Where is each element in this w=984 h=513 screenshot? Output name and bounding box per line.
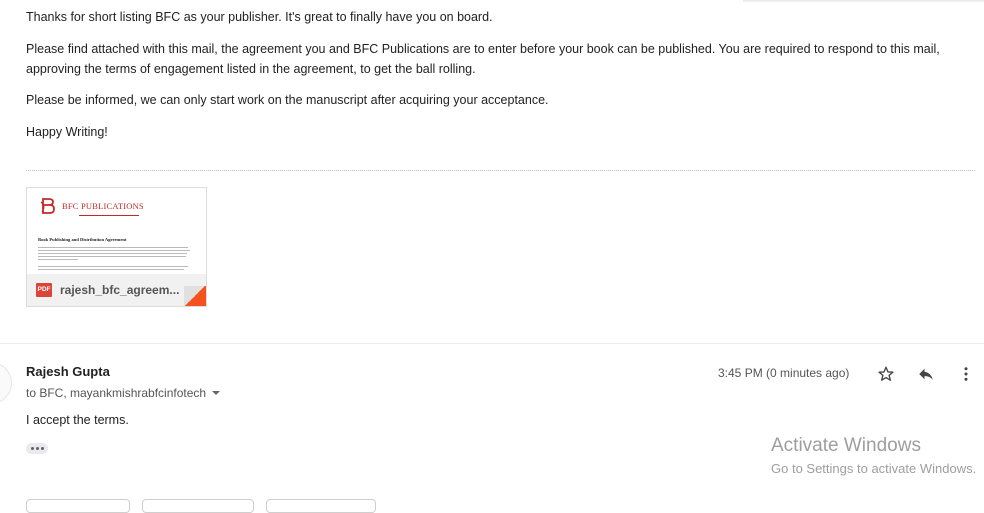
preview-brand-rule: [79, 215, 139, 216]
activate-windows-subtitle: Go to Settings to activate Windows.: [771, 461, 977, 476]
more-options-button[interactable]: [954, 362, 978, 386]
attachment-preview: BFC PUBLICATIONS Book Publishing and Dis…: [27, 188, 206, 274]
page-curl-corner: [184, 286, 206, 306]
reply-button[interactable]: [914, 362, 938, 386]
message-paragraph: Thanks for short listing BFC as your pub…: [26, 10, 493, 24]
avatar[interactable]: [0, 362, 12, 404]
message-timestamp: 3:45 PM (0 minutes ago): [718, 366, 850, 380]
reply-action-button[interactable]: [26, 499, 130, 513]
message-body: I accept the terms.: [26, 413, 129, 427]
forward-action-button[interactable]: [266, 499, 376, 513]
bfc-logo-icon: [40, 198, 55, 214]
recipients-toggle[interactable]: to BFC, mayankmishrabfcinfotech: [26, 386, 221, 400]
message-paragraph: Happy Writing!: [26, 125, 108, 139]
preview-text-line: [38, 259, 78, 260]
attachment-card[interactable]: BFC PUBLICATIONS Book Publishing and Dis…: [26, 187, 207, 307]
preview-text-line: [38, 247, 188, 248]
preview-text-line: [38, 269, 184, 270]
preview-doc-title: Book Publishing and Distribution Agreeme…: [38, 237, 127, 242]
pdf-icon: PDF: [36, 283, 52, 297]
star-icon: [878, 366, 894, 381]
preview-text-line: [38, 250, 190, 251]
message-paragraph: Please find attached with this mail, the…: [26, 42, 940, 76]
reply-icon: [919, 368, 933, 380]
message-separator: [0, 343, 984, 344]
attachment-filename: rajesh_bfc_agreem...: [60, 283, 180, 297]
dropdown-caret-icon: [212, 391, 221, 395]
preview-text-line: [38, 266, 188, 267]
top-shadow-divider: [743, 0, 984, 3]
attachment-info-bar: PDF rajesh_bfc_agreem...: [27, 274, 206, 306]
attachments-divider: [26, 170, 975, 171]
preview-brand: BFC PUBLICATIONS: [62, 201, 144, 211]
ellipsis-icon: [30, 447, 34, 450]
sender-name[interactable]: Rajesh Gupta: [26, 364, 110, 379]
activate-windows-title: Activate Windows: [771, 435, 921, 456]
show-trimmed-content-button[interactable]: [26, 443, 48, 454]
ellipsis-dot: [35, 447, 39, 450]
preview-text-line: [38, 256, 186, 257]
recipients-text: to BFC, mayankmishrabfcinfotech: [26, 386, 207, 400]
more-vert-icon: [964, 367, 968, 381]
message-paragraph: Please be informed, we can only start wo…: [26, 93, 549, 107]
ellipsis-dot: [40, 447, 44, 450]
preview-text-line: [38, 253, 187, 254]
star-button[interactable]: [874, 362, 898, 386]
reply-all-action-button[interactable]: [142, 499, 254, 513]
